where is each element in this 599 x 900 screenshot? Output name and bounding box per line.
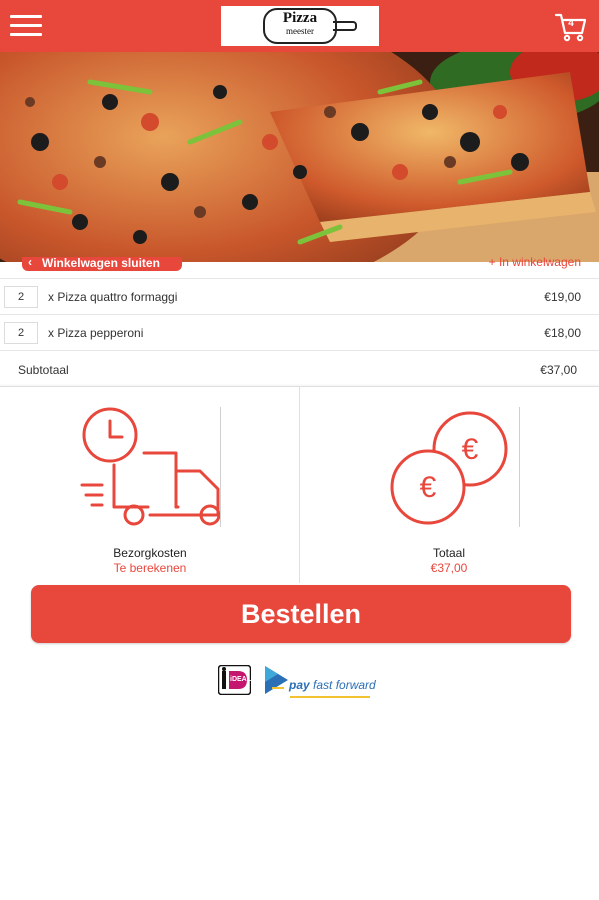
logo-peel-handle bbox=[333, 21, 357, 31]
svg-text:€: € bbox=[462, 433, 479, 466]
delivery-cost-label: Bezorgkosten bbox=[113, 546, 187, 560]
shopping-cart-icon[interactable]: 4 bbox=[554, 9, 588, 43]
add-to-cart-link[interactable]: + In winkelwagen bbox=[489, 256, 581, 270]
close-cart-button[interactable]: ‹ Winkelwagen sluiten bbox=[22, 257, 182, 271]
delivery-cost-value: Te berekenen bbox=[113, 561, 187, 575]
item-price: €18,00 bbox=[544, 326, 581, 340]
logo-text-meester: meester bbox=[286, 26, 314, 36]
top-bar: Pizza meester 4 bbox=[0, 0, 599, 52]
item-name: x Pizza quattro formaggi bbox=[48, 290, 178, 304]
total-label: Totaal bbox=[432, 546, 466, 560]
svg-text:€: € bbox=[420, 471, 437, 504]
chevron-left-icon: ‹ bbox=[28, 257, 32, 269]
total-value: €37,00 bbox=[430, 561, 468, 575]
logo-mark: Pizza meester bbox=[263, 8, 357, 44]
quantity-input[interactable]: 2 bbox=[4, 322, 38, 344]
order-item-row: 2 x Pizza quattro formaggi €19,00 bbox=[0, 278, 599, 315]
order-button[interactable]: Bestellen bbox=[31, 585, 571, 643]
ideal-logo: iDEAL bbox=[217, 664, 252, 696]
subtotal-value: €37,00 bbox=[540, 363, 577, 377]
ideal-text: iDEAL bbox=[230, 676, 251, 683]
quantity-input[interactable]: 2 bbox=[4, 286, 38, 308]
panel-separator bbox=[519, 407, 520, 527]
close-cart-label: Winkelwagen sluiten bbox=[42, 257, 160, 270]
pff-text: pay fast forward bbox=[289, 678, 376, 692]
pay-fast-forward-logo: pay fast forward bbox=[262, 664, 386, 700]
logo-text-pizza: Pizza bbox=[282, 10, 318, 26]
euro-coins-icon: € € bbox=[388, 405, 513, 530]
order-item-row: 2 x Pizza pepperoni €18,00 bbox=[0, 314, 599, 351]
hamburger-menu-icon[interactable] bbox=[10, 15, 42, 37]
pff-pay-text: pay bbox=[289, 678, 310, 692]
item-price: €19,00 bbox=[544, 290, 581, 304]
cart-count-badge: 4 bbox=[568, 18, 574, 29]
panel-separator bbox=[220, 407, 221, 527]
pizza-hero-image bbox=[0, 52, 599, 262]
subtotal-row: Subtotaal €37,00 bbox=[0, 350, 599, 387]
delivery-truck-clock-icon bbox=[78, 405, 223, 530]
subtotal-label: Subtotaal bbox=[18, 363, 69, 377]
pff-underline bbox=[290, 696, 370, 698]
order-summary: Bezorgkosten Te berekenen € € Totaal €37… bbox=[0, 386, 599, 583]
brand-logo[interactable]: Pizza meester bbox=[221, 6, 379, 46]
item-name: x Pizza pepperoni bbox=[48, 326, 144, 340]
pff-rest-text: fast forward bbox=[313, 678, 376, 692]
